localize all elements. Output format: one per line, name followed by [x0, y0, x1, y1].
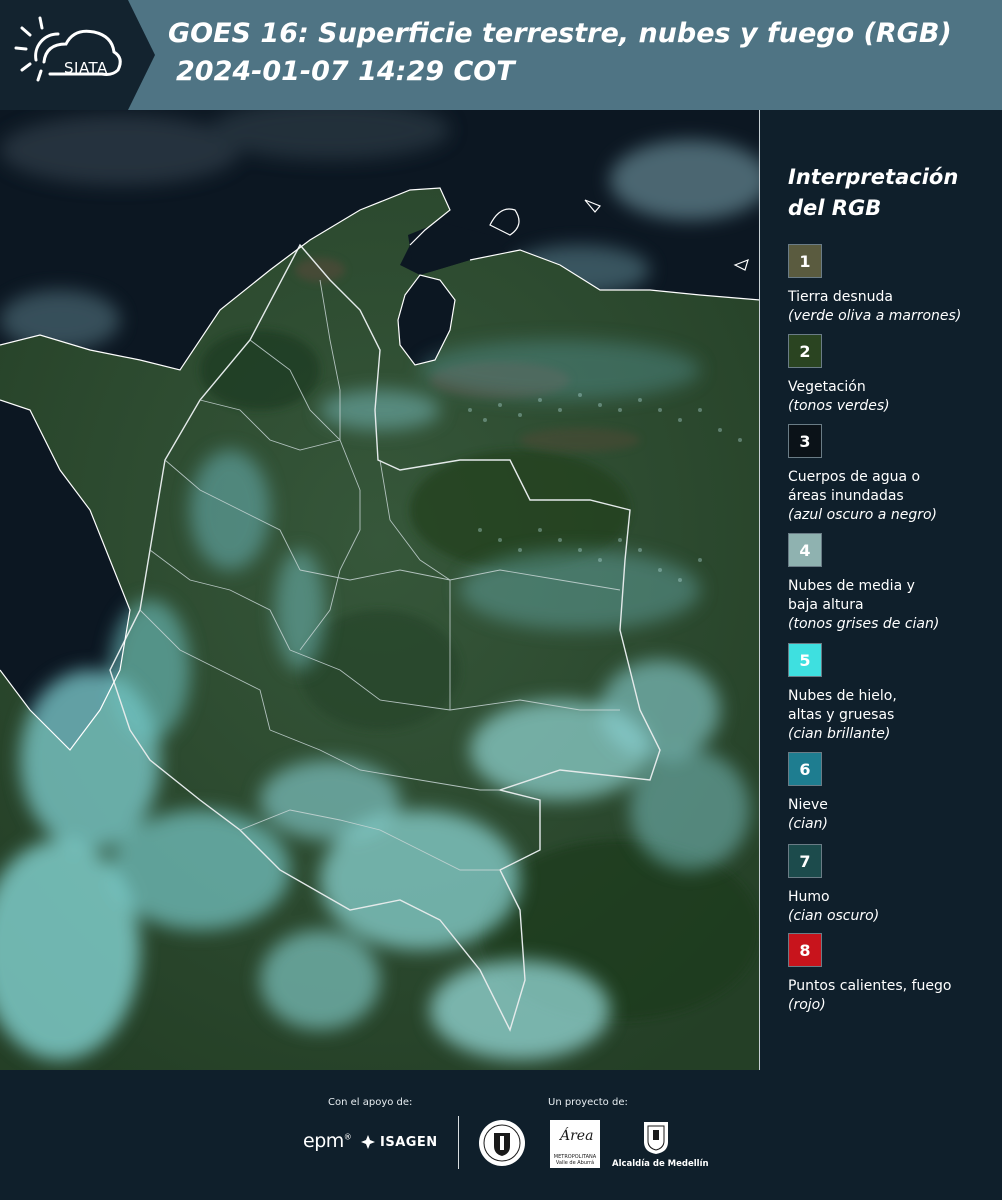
legend-title-line2: del RGB [788, 196, 882, 220]
legend-label: Cuerpos de agua o áreas inundadas [788, 469, 921, 504]
legend-panel: Interpretación del RGB 1 Tierra desnuda … [760, 110, 1002, 1070]
isagen-mark-icon [361, 1135, 375, 1149]
legend-item-water: 3 Cuerpos de agua o áreas inundadas (azu… [788, 424, 1000, 525]
legend-number: 5 [799, 650, 811, 670]
legend-number: 3 [799, 431, 811, 451]
legend-swatch: 1 [788, 244, 822, 278]
epm-logo[interactable]: epm® [303, 1130, 352, 1152]
legend-desc: (azul oscuro a negro) [788, 507, 937, 523]
project-label: Un proyecto de: [548, 1097, 628, 1108]
legend-desc: (rojo) [788, 997, 826, 1013]
isagen-logo[interactable]: ISAGEN [360, 1134, 438, 1150]
legend-desc: (tonos grises de cian) [788, 616, 940, 632]
isagen-logo-text: ISAGEN [380, 1134, 438, 1150]
legend-swatch: 2 [788, 334, 822, 368]
shield-icon [644, 1122, 668, 1154]
siata-logo[interactable]: SIATA [14, 14, 126, 94]
legend-label: Nubes de hielo, altas y gruesas [788, 688, 897, 723]
legend-label: Puntos calientes, fuego [788, 978, 952, 994]
legend-label: Tierra desnuda [788, 289, 893, 305]
legend-number: 6 [799, 759, 811, 779]
legend-number: 1 [799, 251, 811, 271]
legend-item-vegetation: 2 Vegetación (tonos verdes) [788, 334, 1000, 416]
legend-title-line1: Interpretación [788, 165, 959, 189]
area-logo-word: Área [560, 1128, 594, 1144]
rgb-satellite-image [0, 110, 759, 1070]
legend-item-low-clouds: 4 Nubes de media y baja altura (tonos gr… [788, 533, 1000, 634]
legend-desc: (cian) [788, 816, 828, 832]
legend-desc: (verde oliva a marrones) [788, 308, 962, 324]
legend-swatch: 3 [788, 424, 822, 458]
timestamp: 2024-01-07 14:29 COT [176, 56, 515, 87]
legend-item-bare-soil: 1 Tierra desnuda (verde oliva a marrones… [788, 244, 1000, 326]
registered-icon: ® [343, 1132, 352, 1142]
legend-swatch: 6 [788, 752, 822, 786]
support-label: Con el apoyo de: [328, 1097, 413, 1108]
title-line: GOES 16: Superficie terrestre, nubes y f… [168, 18, 952, 49]
legend-swatch: 8 [788, 933, 822, 967]
legend-number: 2 [799, 341, 811, 361]
legend-label: Humo [788, 889, 830, 905]
footer: Con el apoyo de: Un proyecto de: epm® IS… [0, 1070, 1002, 1200]
page-title: GOES 16: Superficie terrestre, nubes y f… [168, 15, 952, 91]
legend-item-snow: 6 Nieve (cian) [788, 752, 1000, 834]
area-logo-small: METROPOLITANA Valle de Aburrá [553, 1154, 597, 1166]
legend-item-smoke: 7 Humo (cian oscuro) [788, 844, 1000, 926]
legend-item-ice-clouds: 5 Nubes de hielo, altas y gruesas (cian … [788, 643, 1000, 744]
legend-desc: (cian brillante) [788, 726, 891, 742]
siata-logo-text: SIATA [64, 59, 108, 77]
footer-divider [458, 1116, 459, 1169]
epm-logo-text: epm [303, 1130, 344, 1152]
area-metropolitana-logo[interactable]: Área METROPOLITANA Valle de Aburrá [550, 1120, 600, 1168]
sun-cloud-icon [14, 16, 122, 82]
legend-label: Nubes de media y baja altura [788, 578, 915, 613]
legend-desc: (tonos verdes) [788, 398, 890, 414]
legend-swatch: 4 [788, 533, 822, 567]
satellite-map[interactable] [0, 110, 760, 1070]
legend-label: Vegetación [788, 379, 866, 395]
header: SIATA GOES 16: Superficie terrestre, nub… [0, 0, 1002, 110]
legend-swatch: 5 [788, 643, 822, 677]
legend-label: Nieve [788, 797, 828, 813]
alcaldia-text: Alcaldía de Medellín [612, 1159, 709, 1169]
legend-number: 4 [799, 540, 811, 560]
legend-number: 7 [799, 851, 811, 871]
seal-icon [479, 1120, 525, 1166]
legend-number: 8 [799, 940, 811, 960]
medellin-shield-logo[interactable] [642, 1120, 670, 1160]
legend-swatch: 7 [788, 844, 822, 878]
legend-desc: (cian oscuro) [788, 908, 880, 924]
legend-item-fire: 8 Puntos calientes, fuego (rojo) [788, 933, 1000, 1015]
university-seal-logo[interactable] [477, 1118, 527, 1172]
legend-title: Interpretación del RGB [788, 162, 958, 224]
